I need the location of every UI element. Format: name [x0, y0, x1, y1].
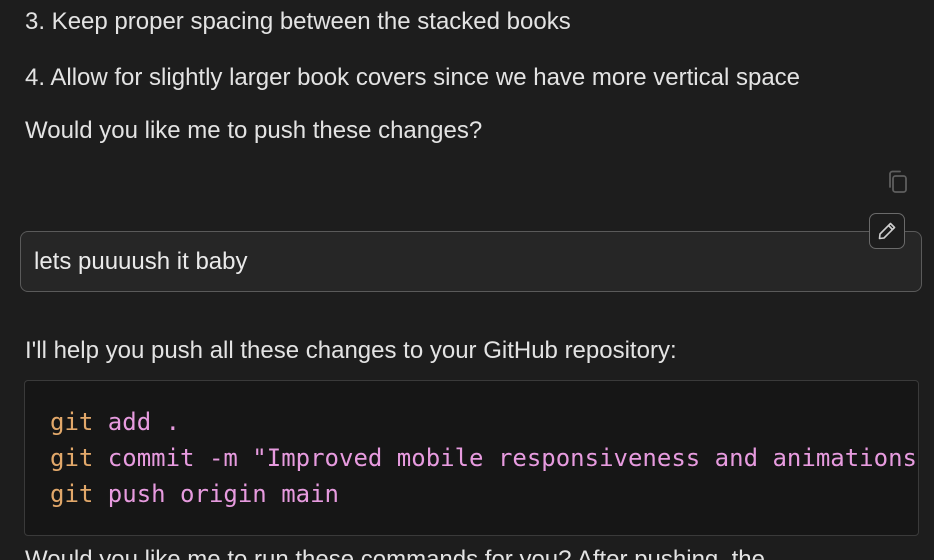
code-arguments: commit -m "Improved mobile responsivenes…	[93, 444, 919, 472]
code-arguments: push origin main	[93, 480, 339, 508]
copy-button[interactable]	[884, 168, 912, 196]
code-line: git commit -m "Improved mobile responsiv…	[50, 442, 919, 474]
pencil-icon	[878, 222, 896, 240]
code-arguments: add .	[93, 408, 181, 436]
user-message: lets puuuush it baby	[20, 231, 922, 292]
list-item-3: 3. Keep proper spacing between the stack…	[25, 8, 571, 35]
code-line: git push origin main	[50, 478, 339, 510]
code-command: git	[50, 444, 94, 472]
list-item-4: 4. Allow for slightly larger book covers…	[25, 64, 801, 91]
code-line: git add .	[50, 406, 180, 438]
code-command: git	[50, 480, 94, 508]
code-command: git	[50, 408, 94, 436]
assistant-question: Would you like me to push these changes?	[25, 117, 483, 144]
copy-icon	[889, 170, 907, 193]
assistant-followup: Would you like me to run these commands …	[25, 546, 765, 560]
edit-message-button[interactable]	[869, 213, 905, 249]
assistant-reply-intro: I'll help you push all these changes to …	[25, 337, 677, 364]
user-message-text: lets puuuush it baby	[34, 248, 248, 275]
code-block: git add . git commit -m "Improved mobile…	[24, 380, 919, 536]
